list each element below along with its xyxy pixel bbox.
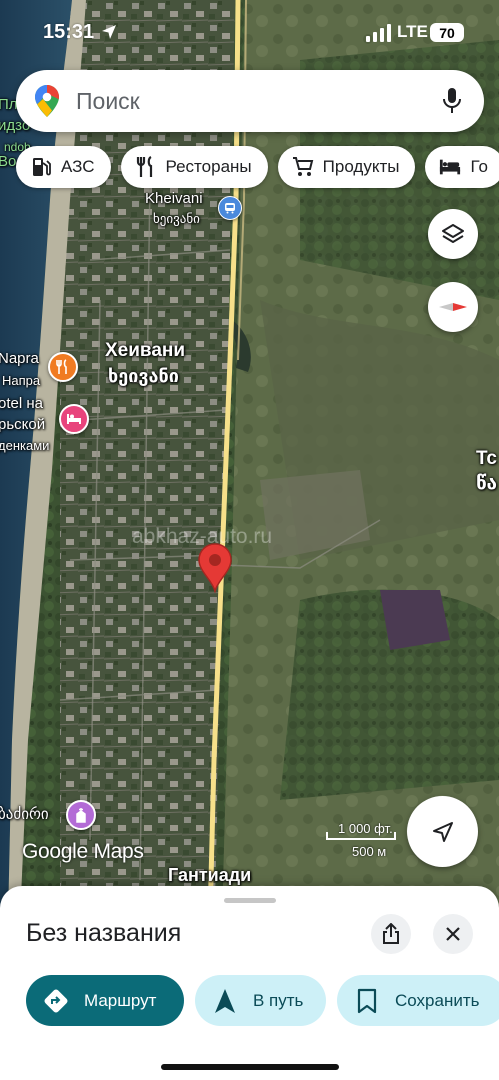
dropped-pin-icon[interactable] (197, 543, 233, 594)
map-label-kheivani-georgian: ხეივანი (153, 211, 200, 226)
hotel-poi-icon[interactable] (59, 404, 89, 434)
place-title: Без названия (26, 919, 182, 947)
restaurant-poi-icon[interactable] (48, 352, 78, 382)
scale-feet: 1 000 фт. (338, 821, 393, 836)
navigation-arrow-icon (432, 821, 453, 842)
chip-restaurants[interactable]: Рестораны (120, 146, 268, 188)
close-button[interactable] (433, 914, 473, 954)
google-maps-attribution: Google Maps (22, 840, 144, 863)
battery-level: 70 (439, 24, 455, 41)
chip-label: АЗС (61, 157, 95, 176)
start-button[interactable]: В путь (195, 975, 326, 1026)
chip-gas-station[interactable]: АЗС (16, 146, 111, 188)
place-bottom-sheet[interactable]: Без названия Маршрут В путь Сохранить (0, 886, 499, 1080)
map-label-gantiadi: Гантиади (168, 865, 252, 885)
battery-icon: 70 (430, 23, 464, 42)
scale-bar: 1 000 фт. 500 м (322, 818, 402, 862)
map-label-hotel-1: otel на (0, 395, 43, 412)
cart-icon (292, 156, 314, 178)
search-bar[interactable] (16, 70, 484, 132)
chip-groceries[interactable]: Продукты (277, 146, 416, 188)
map-label-top-left-4: Во (0, 153, 17, 170)
map-view[interactable]: Пл идзо ndob Во Kheivani ხეივანი Хеивани… (0, 0, 499, 920)
layers-icon (442, 224, 464, 243)
scale-meters: 500 м (352, 844, 387, 859)
save-label: Сохранить (395, 990, 480, 1010)
close-icon (446, 927, 460, 941)
compass-icon (439, 303, 467, 311)
chip-label: Продукты (322, 157, 400, 176)
category-chips: АЗС Рестораны Продукты Го (16, 146, 499, 188)
layers-button[interactable] (428, 209, 478, 259)
google-maps-logo-icon (35, 85, 59, 117)
map-label-napra: Napra (0, 350, 39, 367)
save-button[interactable]: Сохранить (337, 975, 499, 1026)
map-label-hotel-3: денками (0, 438, 50, 453)
satellite-imagery (0, 0, 499, 920)
map-label-napra-ru: Напра (2, 373, 41, 388)
map-label-top-left: Пл (0, 96, 18, 113)
hotel-bed-icon (439, 156, 461, 178)
map-label-right-edge: Тс (476, 448, 497, 469)
home-indicator[interactable] (161, 1064, 339, 1070)
map-label-kheivani-latin: Kheivani (145, 190, 203, 207)
compass-button[interactable] (428, 282, 478, 332)
sheet-actions: Маршрут В путь Сохранить (26, 975, 499, 1026)
sheet-drag-handle[interactable] (224, 898, 276, 903)
start-label: В путь (253, 990, 304, 1010)
search-input[interactable] (76, 82, 416, 120)
status-bar: 15:31 LTE 70 (0, 0, 499, 66)
chip-label: Рестораны (165, 157, 252, 176)
bus-stop-icon[interactable] (218, 196, 242, 220)
directions-icon (42, 987, 70, 1015)
map-label-kheivani: Хеивани (105, 340, 186, 361)
map-label-hotel-2: рьской (0, 416, 46, 433)
network-type: LTE (397, 22, 428, 41)
bookmark-icon (353, 987, 381, 1015)
navigation-start-icon (211, 987, 239, 1015)
restaurant-icon (135, 156, 157, 178)
landmark-poi-icon[interactable] (66, 800, 96, 830)
chip-hotels[interactable]: Го (425, 146, 499, 188)
directions-label: Маршрут (84, 990, 157, 1010)
signal-icon (366, 24, 391, 42)
gas-station-icon (30, 156, 52, 178)
my-location-button[interactable] (407, 796, 478, 867)
status-time: 15:31 (43, 21, 95, 43)
share-button[interactable] (371, 914, 411, 954)
directions-button[interactable]: Маршрут (26, 975, 184, 1026)
chip-label: Го (470, 157, 488, 176)
location-arrow-icon (102, 25, 116, 39)
map-label-church: ბაძირი (0, 806, 49, 823)
share-icon (383, 923, 399, 944)
map-label-kheivani-ge: ხეივანი (108, 366, 179, 386)
map-label-right-edge-2: წა (476, 473, 498, 494)
microphone-icon[interactable] (442, 87, 462, 115)
scale-line (326, 832, 396, 840)
